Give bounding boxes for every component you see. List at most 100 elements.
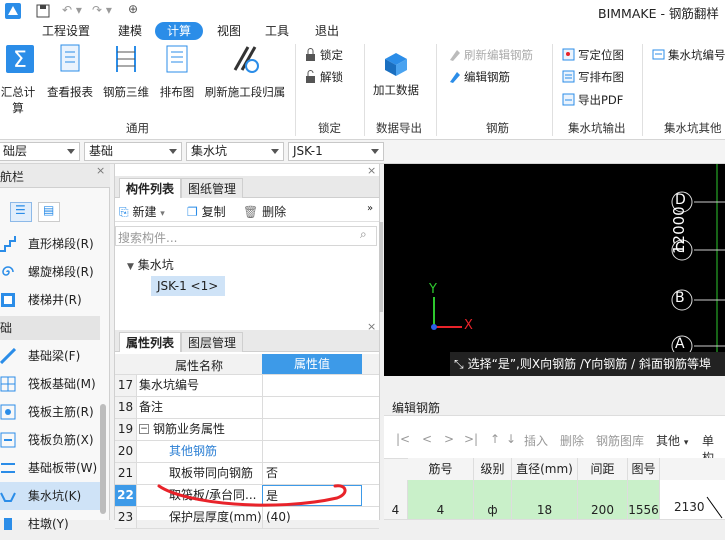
header-value: 属性值 [262, 354, 362, 374]
nav-title: 航栏 [0, 170, 25, 184]
nav-item-spiral-stair[interactable]: 螺旋梯段(R) [0, 258, 100, 286]
ribbon-separator [436, 44, 437, 136]
save-icon[interactable] [36, 4, 50, 18]
view-report-button[interactable]: 查看报表 [44, 44, 96, 100]
edit-rebar-header: 编辑钢筋 [384, 380, 725, 416]
nav-item-column-pier[interactable]: 柱墩(Y) [0, 510, 100, 538]
copy-button[interactable]: ❐ 复制 [187, 203, 226, 220]
menu-bar: 工程设置 建模 计算 视图 工具 退出 [0, 22, 725, 40]
tab-drawing-management[interactable]: 图纸管理 [181, 178, 244, 198]
redo-icon[interactable]: ↷ ▾ [92, 3, 112, 17]
axis-label: A [675, 336, 685, 352]
summary-calc-button[interactable]: Σ 汇总计算 [0, 44, 40, 116]
delete-button[interactable]: 🗑 删除 [243, 203, 286, 220]
beam-icon [0, 348, 16, 364]
pit-code-button[interactable]: 集水坑编号 [652, 47, 725, 63]
component-tabs: 构件列表 图纸管理 [115, 176, 379, 198]
drawing-canvas[interactable]: D C B A 12000 X Y ⤡ 选择“是”,则X向钢筋 /Y向钢筋 / 斜… [384, 164, 725, 376]
other-menu-button[interactable]: 其他 ▾ [656, 432, 688, 449]
list-view-button[interactable]: ☰ [10, 202, 32, 222]
insert-button[interactable]: 插入 [524, 432, 548, 449]
rebar-3d-button[interactable]: 钢筋三维 [100, 44, 152, 100]
floor-combo[interactable]: 础层 [0, 142, 80, 161]
property-row[interactable]: 20 其他钢筋 [115, 441, 379, 463]
more-icon[interactable]: » [367, 203, 373, 214]
tree-item-selected[interactable]: JSK-1 <1> [151, 276, 225, 296]
nav-item-raft-main-rebar[interactable]: 筏板主筋(R) [0, 398, 100, 426]
location-drawing-icon [562, 48, 575, 61]
edit-rebar-button[interactable]: 编辑钢筋 [448, 69, 510, 85]
undo-icon[interactable]: ↶ ▾ [62, 3, 82, 17]
property-row[interactable]: 19− 钢筋业务属性 [115, 419, 379, 441]
lock-button[interactable]: 锁定 [304, 47, 343, 63]
property-row[interactable]: 23 保护层厚度(mm) (40) [115, 507, 379, 529]
refresh-segment-button[interactable]: 刷新施工段归属 [200, 44, 290, 100]
search-input[interactable]: 搜索构件... ⌕ [115, 226, 377, 246]
scrollbar-thumb[interactable] [100, 404, 106, 514]
tab-property-list[interactable]: 属性列表 [119, 332, 182, 352]
first-page-icon[interactable]: |< [396, 432, 410, 446]
menu-tools[interactable]: 工具 [260, 22, 294, 40]
ribbon-separator [552, 44, 553, 136]
search-placeholder: 搜索构件... [118, 231, 178, 245]
scrollbar-thumb[interactable] [379, 222, 383, 312]
negative-rebar-icon [0, 432, 16, 448]
table-row[interactable]: 4 4 ф 18 200 1556 2130 [384, 480, 725, 520]
layout-drawing-button[interactable]: 排布图 [156, 44, 198, 100]
ribbon: Σ 汇总计算 查看报表 钢筋三维 排布图 刷新施工段归属 通用 锁定 解锁 锁定… [0, 40, 725, 140]
last-page-icon[interactable]: >| [464, 432, 478, 446]
write-location-drawing-button[interactable]: 写定位图 [562, 47, 624, 63]
tree-root[interactable]: ▼ 集水坑 [127, 256, 174, 273]
quick-access-icon[interactable]: ⊕ [128, 2, 138, 16]
nav-item-raft-foundation[interactable]: 筏板基础(M) [0, 370, 100, 398]
write-layout-drawing-button[interactable]: 写排布图 [562, 69, 624, 85]
export-pdf-button[interactable]: 导出PDF [562, 92, 623, 108]
property-row[interactable]: 17 集水坑编号 [115, 375, 379, 397]
process-data-icon [385, 53, 407, 76]
layout-write-icon [562, 70, 575, 83]
chevron-down-icon [371, 149, 379, 154]
delete-row-button[interactable]: 删除 [560, 432, 584, 449]
property-row[interactable]: 18 备注 [115, 397, 379, 419]
search-icon[interactable]: ⌕ [360, 227, 367, 242]
nav-item-sump-pit[interactable]: 集水坑(K) [0, 482, 100, 510]
nav-item-stairwell[interactable]: 楼梯井(R) [0, 286, 100, 314]
tab-layer-management[interactable]: 图层管理 [181, 332, 244, 352]
tab-component-list[interactable]: 构件列表 [119, 178, 182, 198]
menu-project-settings[interactable]: 工程设置 [40, 22, 92, 40]
nav-item-raft-negative-rebar[interactable]: 筏板负筋(X) [0, 426, 100, 454]
component-combo[interactable]: JSK-1 [288, 142, 384, 161]
header-name: 属性名称 [175, 359, 224, 373]
window-title: BIMMAKE - 钢筋翻样 [598, 6, 719, 21]
nav-item-foundation-strip[interactable]: 基础板带(W) [0, 454, 100, 482]
tree-expand-icon: ▼ [127, 262, 134, 272]
group-lock-label: 锁定 [318, 121, 341, 135]
menu-calculate[interactable]: 计算 [155, 22, 203, 40]
prev-icon[interactable]: < [422, 432, 432, 446]
unlock-button[interactable]: 解锁 [304, 69, 343, 85]
refresh-edit-rebar-button[interactable]: 刷新编辑钢筋 [448, 47, 533, 63]
chevron-down-icon: ▾ [160, 209, 165, 219]
component-type-combo[interactable]: 集水坑 [186, 142, 284, 161]
process-data-button[interactable]: 加工数据 [368, 50, 424, 98]
move-up-icon[interactable]: ↑ [490, 432, 500, 446]
category-combo[interactable]: 基础 [84, 142, 182, 161]
nav-item-foundation-beam[interactable]: 基础梁(F) [0, 342, 100, 370]
menu-modeling[interactable]: 建模 [110, 22, 150, 40]
close-icon[interactable]: × [96, 164, 105, 177]
move-down-icon[interactable]: ↓ [506, 432, 516, 446]
menu-view[interactable]: 视图 [212, 22, 246, 40]
next-icon[interactable]: > [444, 432, 454, 446]
red-annotation-stroke [157, 484, 347, 507]
menu-exit[interactable]: 退出 [310, 22, 344, 40]
rebar-library-button[interactable]: 钢筋图库 [596, 432, 644, 449]
stair-icon [0, 236, 16, 252]
unlock-icon [306, 70, 315, 83]
lock-icon [306, 48, 315, 61]
tree-view-button[interactable]: ▤ [38, 202, 60, 222]
nav-section-foundation[interactable]: 础 [0, 316, 100, 340]
pier-icon [4, 518, 12, 530]
nav-item-straight-stair[interactable]: 直形梯段(R) [0, 230, 100, 258]
collapse-icon[interactable]: − [139, 424, 149, 434]
new-button[interactable]: ⎘ 新建 ▾ [119, 203, 165, 220]
